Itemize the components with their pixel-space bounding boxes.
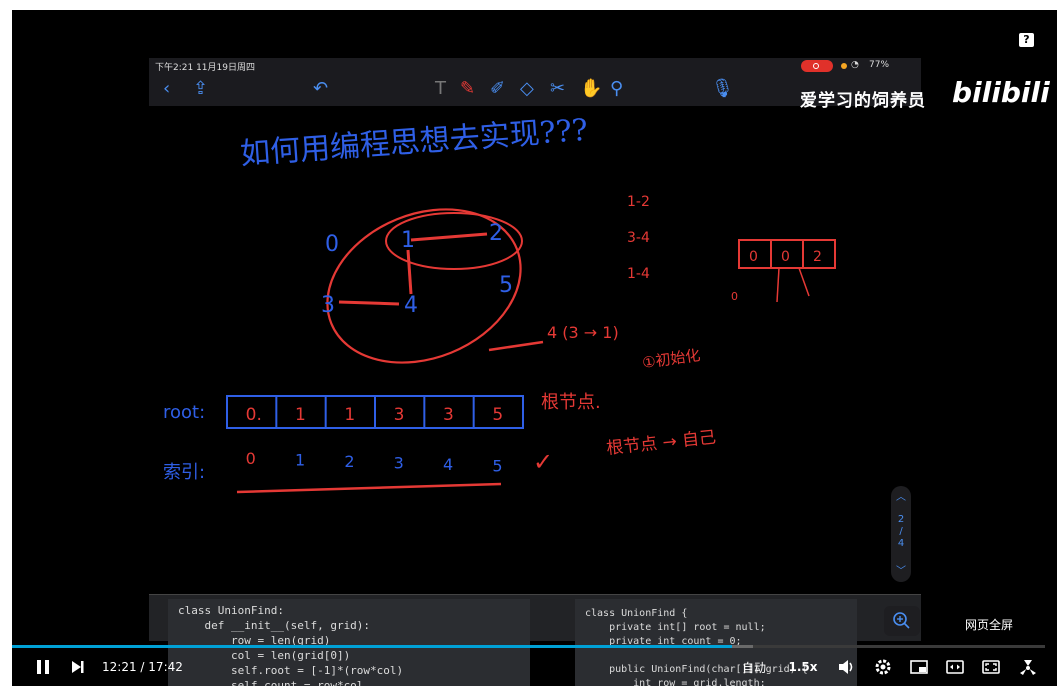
chevron-down-icon[interactable]: ﹀: [891, 562, 911, 577]
danmaku-icon[interactable]: [1016, 648, 1040, 686]
wifi-icon: ◔: [851, 60, 859, 70]
zoom-in-icon[interactable]: [884, 606, 920, 636]
root-cell-value: 1: [344, 405, 355, 425]
settings-icon[interactable]: [872, 648, 894, 686]
mini-array-cell: 2: [813, 249, 822, 265]
current-page: 2: [897, 514, 905, 525]
graph-node-0: 0: [325, 232, 339, 257]
edge-1-4: [406, 249, 413, 295]
battery-level: 77%: [869, 60, 890, 70]
pip-icon[interactable]: [908, 648, 930, 686]
status-dot-icon: [841, 63, 847, 69]
player-controls: 12:21 / 17:42 自动 1.5x: [12, 648, 1057, 686]
volume-icon[interactable]: [836, 648, 858, 686]
union-note: 4 (3 → 1): [547, 323, 619, 342]
status-time: 下午2:21 11月19日周四: [155, 63, 255, 73]
time-separator: /: [140, 660, 145, 674]
pause-icon[interactable]: [32, 648, 54, 686]
total-pages: 4: [897, 538, 905, 549]
edge-3-4: [338, 300, 400, 306]
union-arrow: [488, 340, 544, 352]
highlighter-icon: ✐: [490, 78, 506, 99]
next-icon[interactable]: [70, 648, 86, 686]
fullscreen-icon[interactable]: [980, 648, 1002, 686]
video-player[interactable]: ? 下午2:21 11月19日周四 ◔ 77% ‹ ⇪ ↶ T ✎ ✐ ◇ ✂ …: [12, 10, 1057, 686]
text-tool-icon: T: [435, 78, 446, 99]
root-label: root:: [163, 402, 205, 423]
mini-array-index: 0: [731, 290, 738, 303]
graph-node-5: 5: [499, 273, 513, 298]
index-label: 索引:: [163, 462, 205, 483]
recording-indicator-icon: [801, 60, 833, 72]
time-display: 12:21 / 17:42: [102, 648, 183, 686]
pen-icon: ✎: [460, 78, 476, 99]
code-strip: class UnionFind: def __init__(self, grid…: [149, 594, 921, 686]
index-cell-value: 0: [246, 449, 256, 468]
ios-status-bar: 下午2:21 11月19日周四 ◔ 77%: [149, 58, 921, 74]
graph-node-4: 4: [404, 293, 418, 318]
root-cell-value: 3: [443, 405, 454, 425]
root-cell-value: 1: [295, 405, 306, 425]
video-frame[interactable]: 下午2:21 11月19日周四 ◔ 77% ‹ ⇪ ↶ T ✎ ✐ ◇ ✂ ✋ …: [149, 58, 921, 686]
root-cell-value: 5: [492, 405, 503, 425]
index-cell-value: 1: [295, 451, 305, 470]
uploader-watermark: 爱学习的饲养员: [800, 91, 926, 111]
root-arrow-note: 根节点 → 自己: [605, 428, 717, 459]
edge-list-item: 3-4: [627, 230, 650, 246]
root-note: 根节点.: [541, 392, 601, 413]
mini-array-cell: 0: [749, 249, 758, 265]
edge-list-item: 1-4: [627, 266, 650, 282]
page-indicator[interactable]: ︿ 2 / 4 ﹀: [891, 486, 911, 582]
index-cell-value: 4: [443, 455, 453, 474]
help-icon[interactable]: ?: [1019, 33, 1034, 47]
chevron-up-icon[interactable]: ︿: [891, 488, 911, 503]
mic-icon: 🎙: [711, 78, 734, 99]
index-cell-value: 5: [492, 457, 502, 476]
root-cell-value: 0.: [246, 405, 262, 425]
share-icon: ⇪: [193, 78, 209, 99]
hand-icon: ✋: [580, 78, 603, 99]
update-note: ①初始化: [641, 346, 701, 372]
check-mark: ✓: [533, 448, 553, 476]
duration: 17:42: [148, 660, 183, 674]
root-cell-value: 3: [394, 405, 405, 425]
graph-node-1: 1: [401, 228, 415, 253]
mini-array-cell: 0: [781, 249, 790, 265]
whiteboard-title: 如何用编程思想去实现???: [239, 113, 589, 172]
current-time: 12:21: [102, 660, 137, 674]
undo-icon: ↶: [313, 78, 329, 99]
widescreen-icon[interactable]: [944, 648, 966, 686]
graph-node-3: 3: [321, 293, 335, 318]
webpage-fullscreen-tooltip: 网页全屏: [965, 618, 1014, 632]
playback-speed-button[interactable]: 1.5x: [788, 648, 818, 686]
back-icon: ‹: [163, 78, 171, 99]
eraser-icon: ◇: [520, 78, 534, 99]
page-separator: /: [899, 526, 903, 537]
edge-list-item: 1-2: [627, 194, 650, 210]
index-underline: [236, 482, 502, 494]
index-cell-value: 3: [394, 454, 404, 473]
quality-auto-button[interactable]: 自动: [738, 648, 770, 686]
lasso-icon: ⚲: [610, 78, 624, 99]
whiteboard-canvas: 如何用编程思想去实现??? 0 1 2 3 4 5 1-2 3-4 1-4 0 …: [163, 113, 836, 494]
graph-node-2: 2: [489, 221, 503, 246]
edge-1-2: [410, 232, 488, 242]
bilibili-logo: bilibili: [952, 76, 1050, 109]
index-cell-value: 2: [344, 452, 354, 471]
scissors-icon: ✂: [550, 78, 566, 99]
